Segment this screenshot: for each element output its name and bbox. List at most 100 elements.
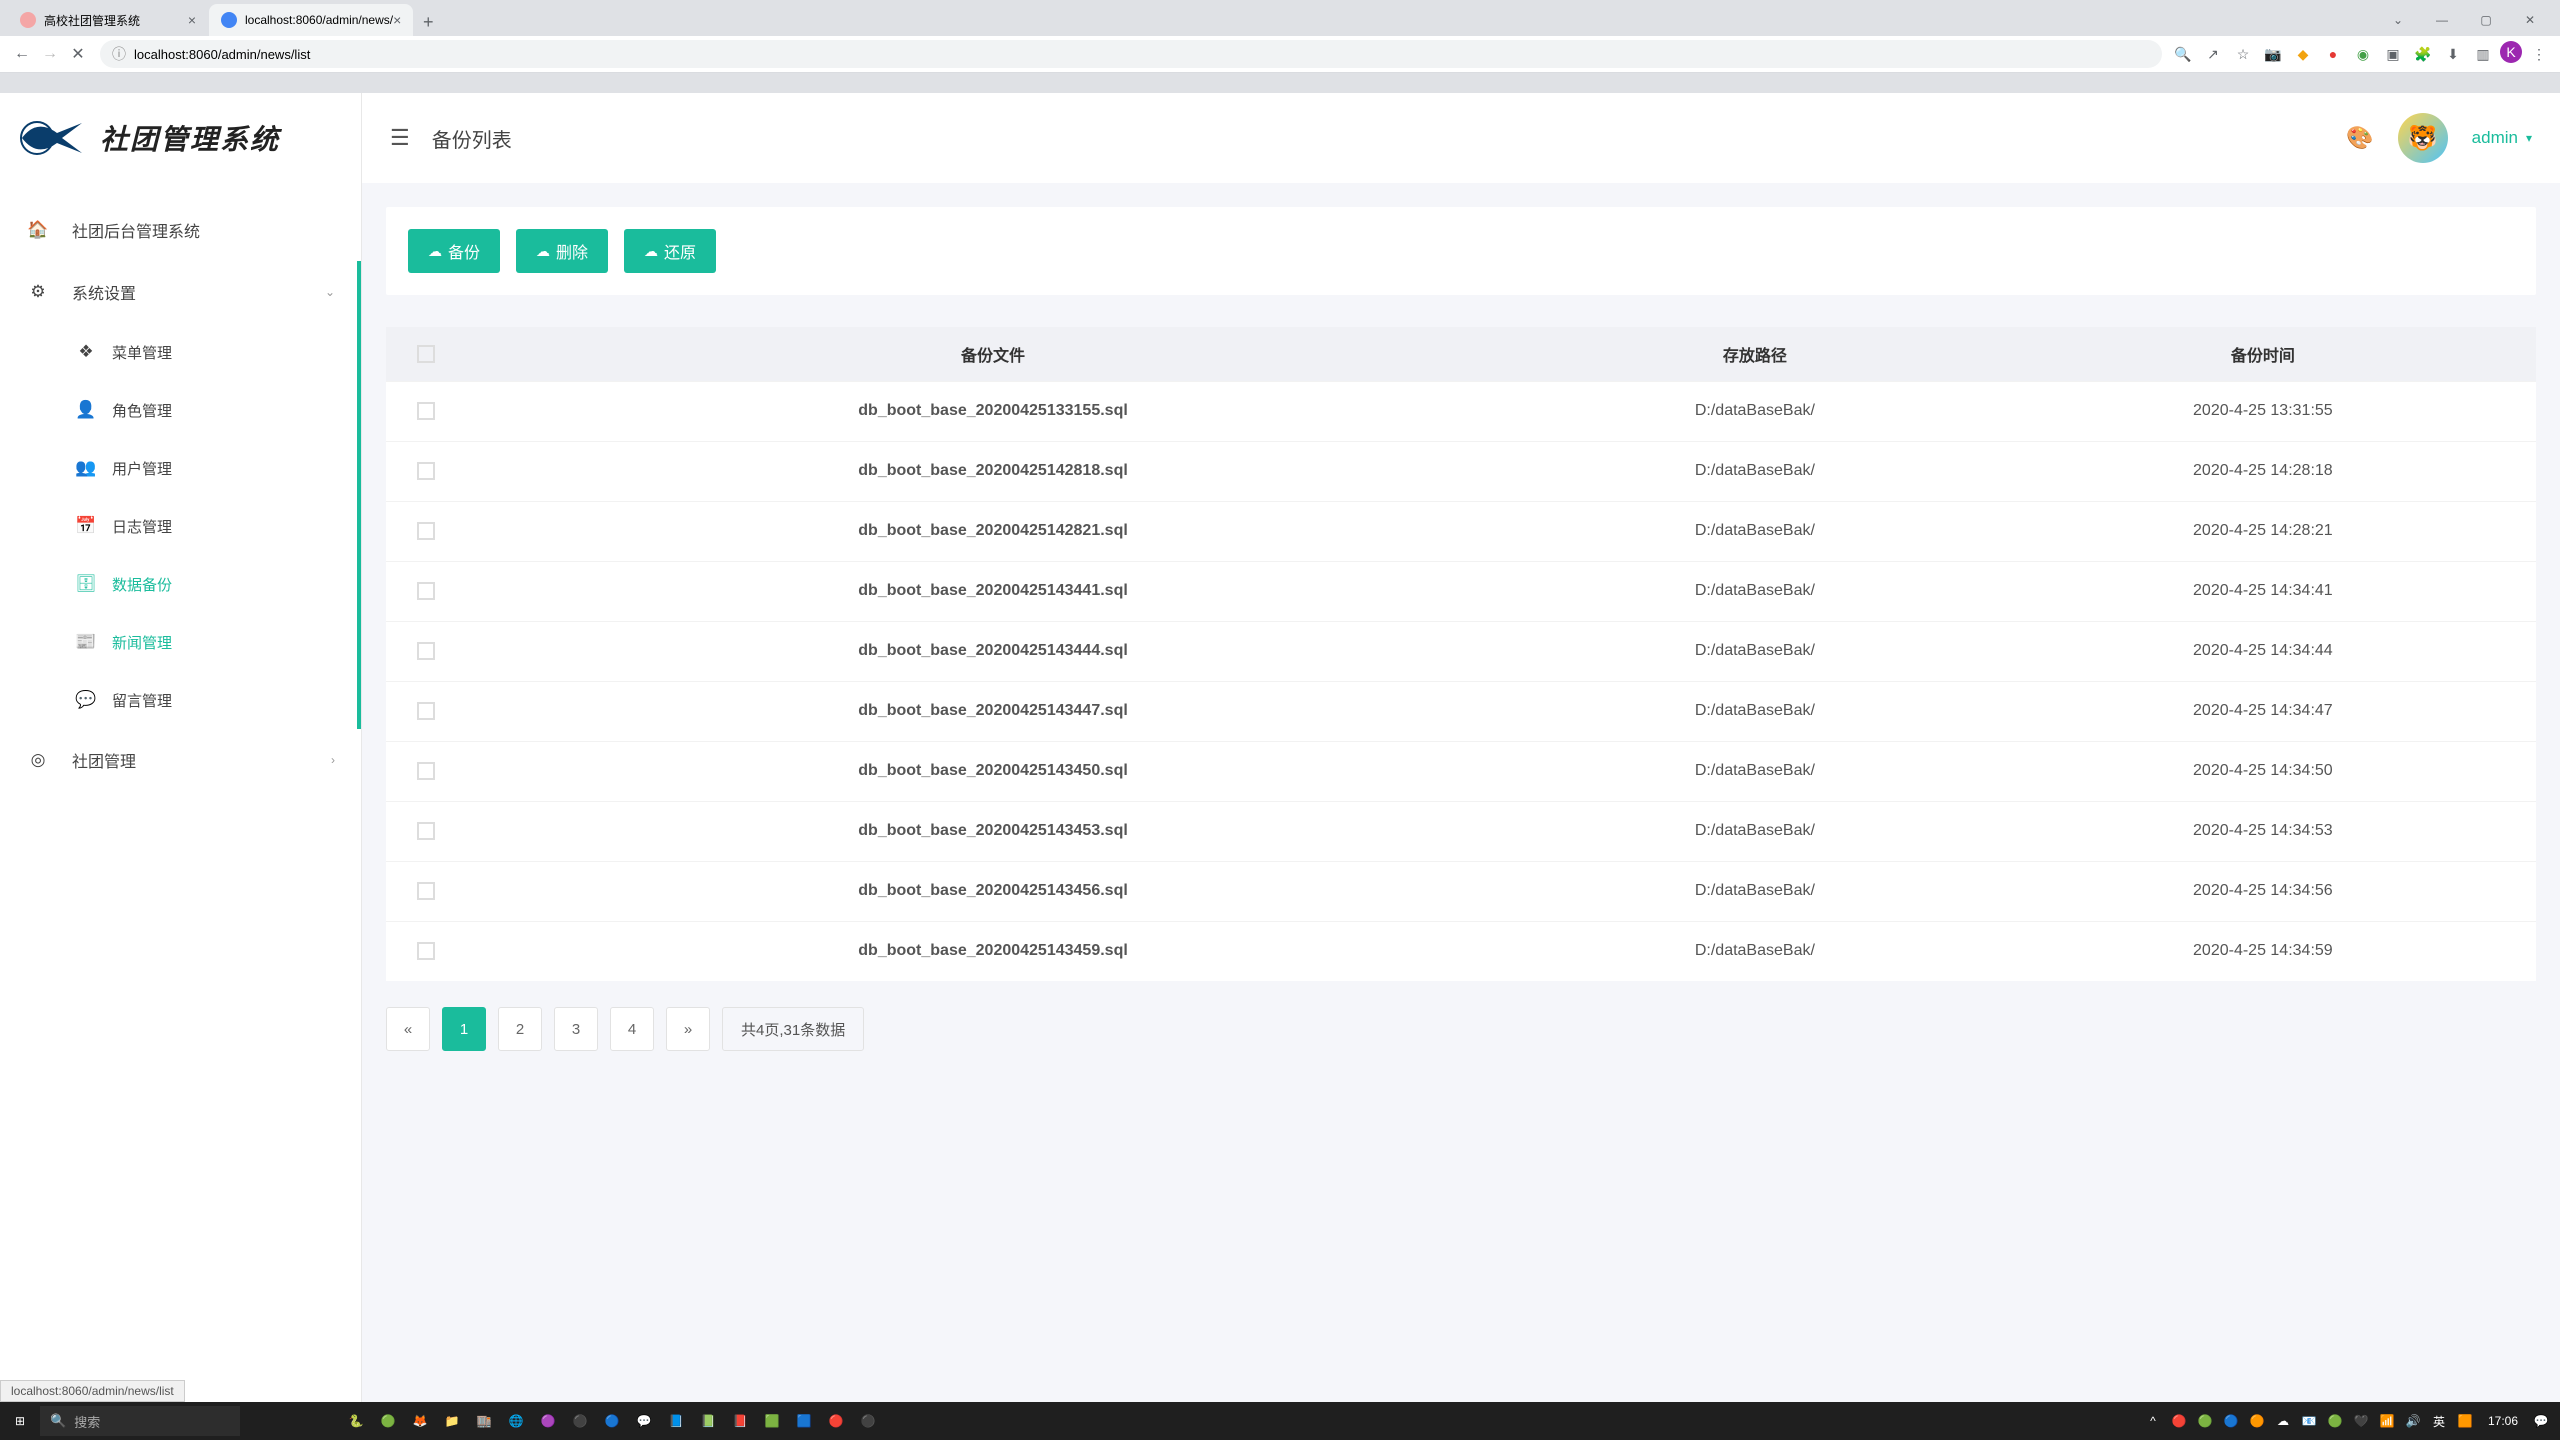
camera-icon[interactable]: 📷	[2260, 41, 2286, 67]
forward-button[interactable]: →	[36, 40, 64, 68]
taskbar-app[interactable]: 🟦	[788, 1402, 820, 1440]
tab-close-icon[interactable]: ×	[188, 12, 196, 28]
browser-tab-1[interactable]: localhost:8060/admin/news/ ×	[209, 4, 413, 36]
row-checkbox[interactable]	[417, 402, 435, 420]
sidepanel-icon[interactable]: ▥	[2470, 41, 2496, 67]
taskbar-app[interactable]: 🟢	[372, 1402, 404, 1440]
row-checkbox[interactable]	[417, 582, 435, 600]
tray-icon[interactable]: 🟢	[2194, 1402, 2216, 1440]
profile-avatar-icon[interactable]: K	[2500, 41, 2522, 63]
ext-icon-2[interactable]: ●	[2320, 41, 2346, 67]
table-cell-file[interactable]: db_boot_base_20200425142818.sql	[466, 441, 1520, 501]
row-checkbox[interactable]	[417, 522, 435, 540]
ext-icon-3[interactable]: ◉	[2350, 41, 2376, 67]
extensions-icon[interactable]: 🧩	[2410, 41, 2436, 67]
tray-volume-icon[interactable]: 🔊	[2402, 1402, 2424, 1440]
tray-chevron-icon[interactable]: ^	[2142, 1402, 2164, 1440]
tray-ime-icon[interactable]: 英	[2428, 1402, 2450, 1440]
page-next-button[interactable]: »	[666, 1007, 710, 1051]
back-button[interactable]: ←	[8, 40, 36, 68]
select-all-checkbox[interactable]	[417, 345, 435, 363]
user-menu[interactable]: admin	[2472, 128, 2532, 148]
tray-icon[interactable]: 🟧	[2454, 1402, 2476, 1440]
zoom-icon[interactable]: 🔍	[2170, 41, 2196, 67]
taskbar-app[interactable]: 📁	[436, 1402, 468, 1440]
sidebar-item-sub-4[interactable]: 🗄数据备份	[0, 555, 361, 613]
menu-icon[interactable]: ⋮	[2526, 41, 2552, 67]
taskbar-app[interactable]: 🔴	[820, 1402, 852, 1440]
tray-icon[interactable]: ☁	[2272, 1402, 2294, 1440]
taskbar-app[interactable]: 🔵	[596, 1402, 628, 1440]
new-tab-button[interactable]: +	[414, 8, 442, 36]
avatar[interactable]: 🐯	[2398, 113, 2448, 163]
address-bar[interactable]: ⓘ localhost:8060/admin/news/list	[100, 40, 2162, 68]
notifications-icon[interactable]: 💬	[2530, 1402, 2552, 1440]
backup-button[interactable]: ☁ 备份	[408, 229, 500, 273]
taskbar-app[interactable]: 🦊	[404, 1402, 436, 1440]
page-button-2[interactable]: 2	[498, 1007, 542, 1051]
start-button[interactable]: ⊞	[0, 1402, 40, 1440]
table-cell-file[interactable]: db_boot_base_20200425143453.sql	[466, 801, 1520, 861]
share-icon[interactable]: ↗	[2200, 41, 2226, 67]
star-icon[interactable]: ☆	[2230, 41, 2256, 67]
sidebar-item-sub-6[interactable]: 💬留言管理	[0, 671, 361, 729]
row-checkbox[interactable]	[417, 942, 435, 960]
row-checkbox[interactable]	[417, 822, 435, 840]
tray-icon[interactable]: 📧	[2298, 1402, 2320, 1440]
tray-icon[interactable]: 🟠	[2246, 1402, 2268, 1440]
restore-button[interactable]: ☁ 还原	[624, 229, 716, 273]
taskbar-app[interactable]: 💬	[628, 1402, 660, 1440]
row-checkbox[interactable]	[417, 702, 435, 720]
sidebar-item-sub-2[interactable]: 👥用户管理	[0, 439, 361, 497]
ext-icon-4[interactable]: ▣	[2380, 41, 2406, 67]
chevron-down-icon[interactable]: ⌄	[2376, 4, 2420, 36]
ext-icon-1[interactable]: ◆	[2290, 41, 2316, 67]
taskbar-app[interactable]: 🟣	[532, 1402, 564, 1440]
table-cell-file[interactable]: db_boot_base_20200425143459.sql	[466, 921, 1520, 981]
taskbar-app[interactable]: 🌐	[500, 1402, 532, 1440]
tray-icon[interactable]: 📶	[2376, 1402, 2398, 1440]
page-button-4[interactable]: 4	[610, 1007, 654, 1051]
table-cell-file[interactable]: db_boot_base_20200425143447.sql	[466, 681, 1520, 741]
taskbar-app[interactable]: 🏬	[468, 1402, 500, 1440]
tray-icon[interactable]: 🔵	[2220, 1402, 2242, 1440]
tray-icon[interactable]: 🟢	[2324, 1402, 2346, 1440]
close-window-button[interactable]: ✕	[2508, 4, 2552, 36]
minimize-button[interactable]: —	[2420, 4, 2464, 36]
sidebar-item-sub-5[interactable]: 📰新闻管理	[0, 613, 361, 671]
row-checkbox[interactable]	[417, 642, 435, 660]
sidebar-item-sub-1[interactable]: 👤角色管理	[0, 381, 361, 439]
sidebar-item-settings[interactable]: ⚙ 系统设置 ⌄	[0, 261, 361, 323]
maximize-button[interactable]: ▢	[2464, 4, 2508, 36]
tab-close-icon[interactable]: ×	[393, 12, 401, 28]
taskbar-search[interactable]: 🔍 搜索	[40, 1406, 240, 1436]
taskbar-app[interactable]: ⚫	[564, 1402, 596, 1440]
taskbar-app[interactable]: ⚫	[852, 1402, 884, 1440]
row-checkbox[interactable]	[417, 462, 435, 480]
taskbar-time[interactable]: 17:06	[2480, 1414, 2526, 1428]
page-prev-button[interactable]: «	[386, 1007, 430, 1051]
page-button-3[interactable]: 3	[554, 1007, 598, 1051]
taskbar-app[interactable]: 📗	[692, 1402, 724, 1440]
page-button-1[interactable]: 1	[442, 1007, 486, 1051]
table-cell-file[interactable]: db_boot_base_20200425143456.sql	[466, 861, 1520, 921]
table-cell-file[interactable]: db_boot_base_20200425133155.sql	[466, 381, 1520, 441]
row-checkbox[interactable]	[417, 882, 435, 900]
taskbar-app[interactable]: 📘	[660, 1402, 692, 1440]
sidebar-item-sub-0[interactable]: ❖菜单管理	[0, 323, 361, 381]
tray-icon[interactable]: 🔴	[2168, 1402, 2190, 1440]
sidebar-item-club[interactable]: ◎ 社团管理 ›	[0, 729, 361, 791]
table-cell-file[interactable]: db_boot_base_20200425143450.sql	[466, 741, 1520, 801]
table-cell-file[interactable]: db_boot_base_20200425143441.sql	[466, 561, 1520, 621]
download-icon[interactable]: ⬇	[2440, 41, 2466, 67]
taskbar-app[interactable]: 🐍	[340, 1402, 372, 1440]
palette-icon[interactable]: 🎨	[2346, 125, 2373, 151]
table-cell-file[interactable]: db_boot_base_20200425142821.sql	[466, 501, 1520, 561]
menu-toggle-icon[interactable]: ☰	[390, 125, 410, 151]
browser-tab-0[interactable]: 高校社团管理系统 ×	[8, 4, 208, 36]
sidebar-item-sub-3[interactable]: 📅日志管理	[0, 497, 361, 555]
tray-icon[interactable]: 🖤	[2350, 1402, 2372, 1440]
taskbar-app[interactable]: 📕	[724, 1402, 756, 1440]
site-info-icon[interactable]: ⓘ	[112, 44, 126, 64]
sidebar-item-home[interactable]: 🏠 社团后台管理系统	[0, 199, 361, 261]
